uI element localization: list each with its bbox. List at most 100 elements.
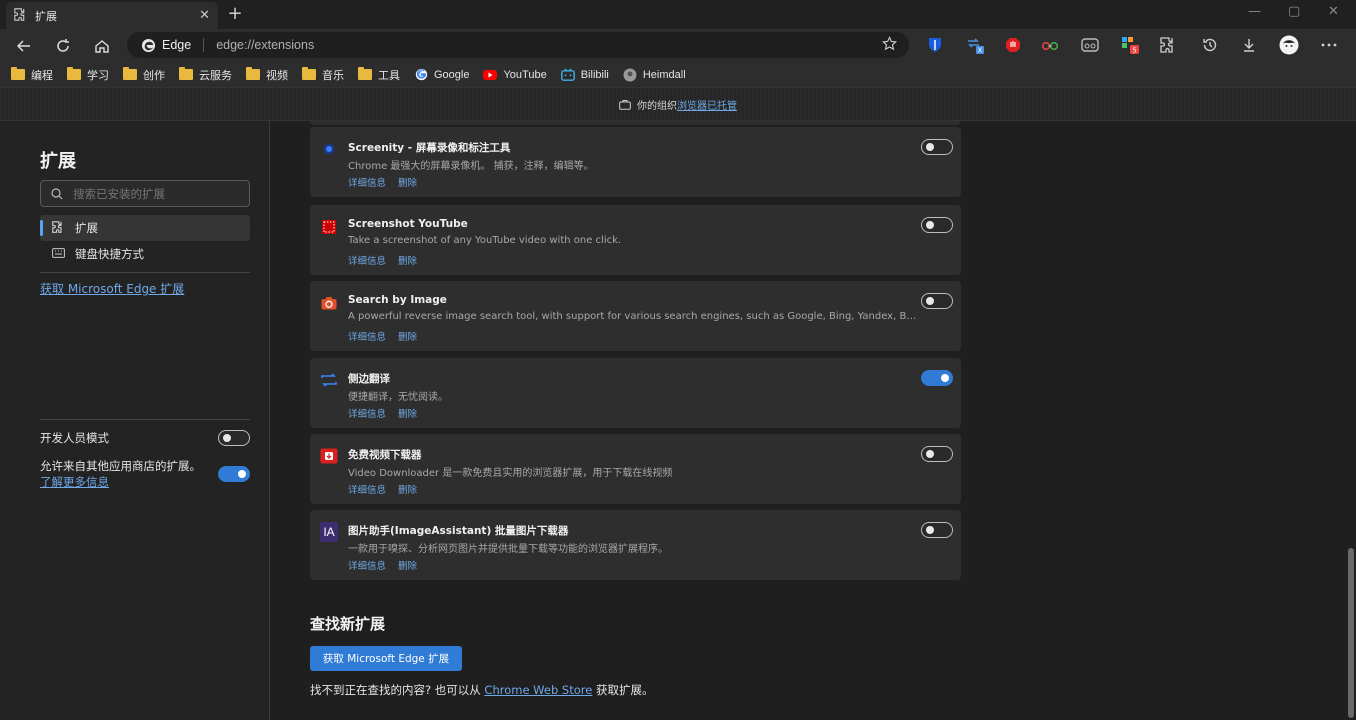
omnibox-separator — [203, 38, 205, 52]
history-icon[interactable] — [1200, 35, 1220, 55]
scrollbar-thumb[interactable] — [1348, 548, 1354, 718]
extension-card: IA 图片助手(ImageAssistant) 批量图片下载器 一款用于嗅探、分析网… — [310, 510, 961, 580]
adblock-icon[interactable] — [1003, 35, 1023, 55]
extensions-menu-icon[interactable] — [1158, 35, 1178, 55]
close-tab-icon[interactable]: ✕ — [199, 8, 210, 23]
bookmarks-bar: 编程 学习 创作 云服务 视频 音乐 工具 Google YouTube Bilibili Heim… — [0, 62, 1356, 87]
keyboard-icon — [51, 247, 65, 261]
bitwarden-icon[interactable] — [925, 35, 945, 55]
details-link[interactable]: 详细信息 — [348, 256, 386, 267]
get-extensions-link[interactable]: 获取 Microsoft Edge 扩展 — [40, 280, 184, 297]
remove-link[interactable]: 删除 — [398, 409, 417, 420]
details-link[interactable]: 详细信息 — [348, 178, 386, 189]
new-tab-button[interactable]: + — [224, 3, 246, 25]
extension-enable-toggle[interactable] — [921, 293, 953, 309]
extension-card: 侧边翻译 便捷翻译，无忧阅读。 详细信息 删除 — [310, 358, 961, 428]
sidebar-item-shortcuts[interactable]: 键盘快捷方式 — [40, 241, 250, 267]
folder-icon — [302, 67, 316, 80]
bookmark-label: 学习 — [87, 69, 109, 82]
home-button[interactable] — [90, 34, 114, 58]
bookmark-folder[interactable]: 编程 — [11, 67, 53, 83]
refresh-button[interactable] — [51, 34, 75, 58]
sidebar-item-label: 键盘快捷方式 — [75, 247, 144, 261]
bookmark-folder[interactable]: 创作 — [123, 67, 165, 83]
folder-icon — [246, 67, 260, 80]
folder-icon — [123, 67, 137, 80]
reader-extension-icon[interactable] — [1080, 35, 1100, 55]
apps-badge-icon[interactable]: 5 — [1120, 35, 1140, 55]
details-link[interactable]: 详细信息 — [348, 409, 386, 420]
profile-avatar[interactable] — [1279, 35, 1299, 55]
find-text-after: 获取扩展。 — [592, 683, 654, 697]
remove-link[interactable]: 删除 — [398, 561, 417, 572]
bookmark-folder[interactable]: 工具 — [358, 67, 400, 83]
favorite-star-icon[interactable] — [882, 36, 897, 54]
remove-link[interactable]: 删除 — [398, 332, 417, 343]
extension-card: 免费视频下载器 Video Downloader 是一款免费且实用的浏览器扩展，用… — [310, 434, 961, 504]
extension-enable-toggle[interactable] — [921, 370, 953, 386]
previous-card-edge — [310, 121, 961, 125]
remove-link[interactable]: 删除 — [398, 178, 417, 189]
allow-text: 允许来自其他应用商店的扩展。 — [40, 459, 201, 473]
bookmark-label: Google — [434, 68, 470, 81]
translate-extension-icon[interactable]: X — [965, 35, 985, 55]
extension-enable-toggle[interactable] — [921, 446, 953, 462]
arrow-left-icon — [16, 40, 30, 52]
bookmark-label: YouTube — [503, 68, 547, 81]
screenshot-youtube-icon — [320, 218, 338, 236]
bookmark-label: 云服务 — [199, 69, 232, 82]
bookmark-folder[interactable]: 云服务 — [179, 67, 232, 83]
bookmark-youtube[interactable]: YouTube — [483, 68, 547, 82]
maximize-icon[interactable]: ▢ — [1288, 4, 1300, 19]
search-input[interactable] — [73, 186, 233, 201]
extension-card: Search by Image A powerful reverse image … — [310, 281, 961, 351]
bookmark-label: 工具 — [378, 69, 400, 82]
extension-enable-toggle[interactable] — [921, 139, 953, 155]
extension-enable-toggle[interactable] — [921, 217, 953, 233]
url-text[interactable]: edge://extensions — [216, 38, 314, 52]
back-button[interactable] — [12, 34, 36, 58]
banner-text: 你的组织 — [637, 100, 677, 112]
extension-name: Search by Image — [348, 294, 447, 306]
details-link[interactable]: 详细信息 — [348, 332, 386, 343]
allow-other-stores-label: 允许来自其他应用商店的扩展。了解更多信息 — [40, 458, 210, 490]
search-box[interactable] — [40, 180, 250, 207]
bookmark-bilibili[interactable]: Bilibili — [560, 68, 609, 82]
glasses-extension-icon[interactable] — [1040, 35, 1060, 55]
get-extensions-button[interactable]: 获取 Microsoft Edge 扩展 — [310, 646, 462, 671]
bookmark-folder[interactable]: 视频 — [246, 67, 288, 83]
extension-enable-toggle[interactable] — [921, 522, 953, 538]
sidebar-item-extensions[interactable]: 扩展 — [40, 215, 250, 241]
toolbar: Edge edge://extensions X 5 — [0, 29, 1356, 62]
address-bar[interactable]: Edge edge://extensions — [127, 32, 909, 58]
managed-banner: 你的组织 浏览器已托管 — [0, 87, 1356, 121]
bookmark-folder[interactable]: 音乐 — [302, 67, 344, 83]
extension-name: 侧边翻译 — [348, 373, 390, 385]
close-window-icon[interactable]: ✕ — [1328, 4, 1339, 19]
more-menu-icon[interactable] — [1319, 35, 1339, 55]
bookmark-google[interactable]: Google — [414, 68, 469, 82]
puzzle-icon — [14, 7, 27, 24]
remove-link[interactable]: 删除 — [398, 485, 417, 496]
find-text-before: 找不到正在查找的内容? 也可以从 — [310, 683, 485, 697]
folder-icon — [179, 67, 193, 80]
svg-text:5: 5 — [1132, 47, 1136, 55]
tab-extensions[interactable]: 扩展 ✕ — [6, 2, 218, 29]
remove-link[interactable]: 删除 — [398, 256, 417, 267]
bookmark-folder[interactable]: 学习 — [67, 67, 109, 83]
developer-mode-toggle[interactable] — [218, 430, 250, 446]
details-link[interactable]: 详细信息 — [348, 561, 386, 572]
youtube-icon — [483, 68, 498, 82]
managed-link[interactable]: 浏览器已托管 — [677, 97, 737, 112]
extension-card: Screenshot YouTube Take a screenshot of a… — [310, 205, 961, 275]
chrome-web-store-link[interactable]: Chrome Web Store — [484, 683, 592, 697]
extension-name: 免费视频下载器 — [348, 449, 422, 461]
refresh-icon — [57, 39, 69, 52]
learn-more-link[interactable]: 了解更多信息 — [40, 475, 109, 489]
scrollbar[interactable] — [1345, 121, 1356, 720]
bookmark-heimdall[interactable]: Heimdall — [623, 68, 686, 82]
details-link[interactable]: 详细信息 — [348, 485, 386, 496]
download-icon[interactable] — [1239, 35, 1259, 55]
minimize-icon[interactable]: — — [1248, 4, 1261, 19]
allow-other-stores-toggle[interactable] — [218, 466, 250, 482]
